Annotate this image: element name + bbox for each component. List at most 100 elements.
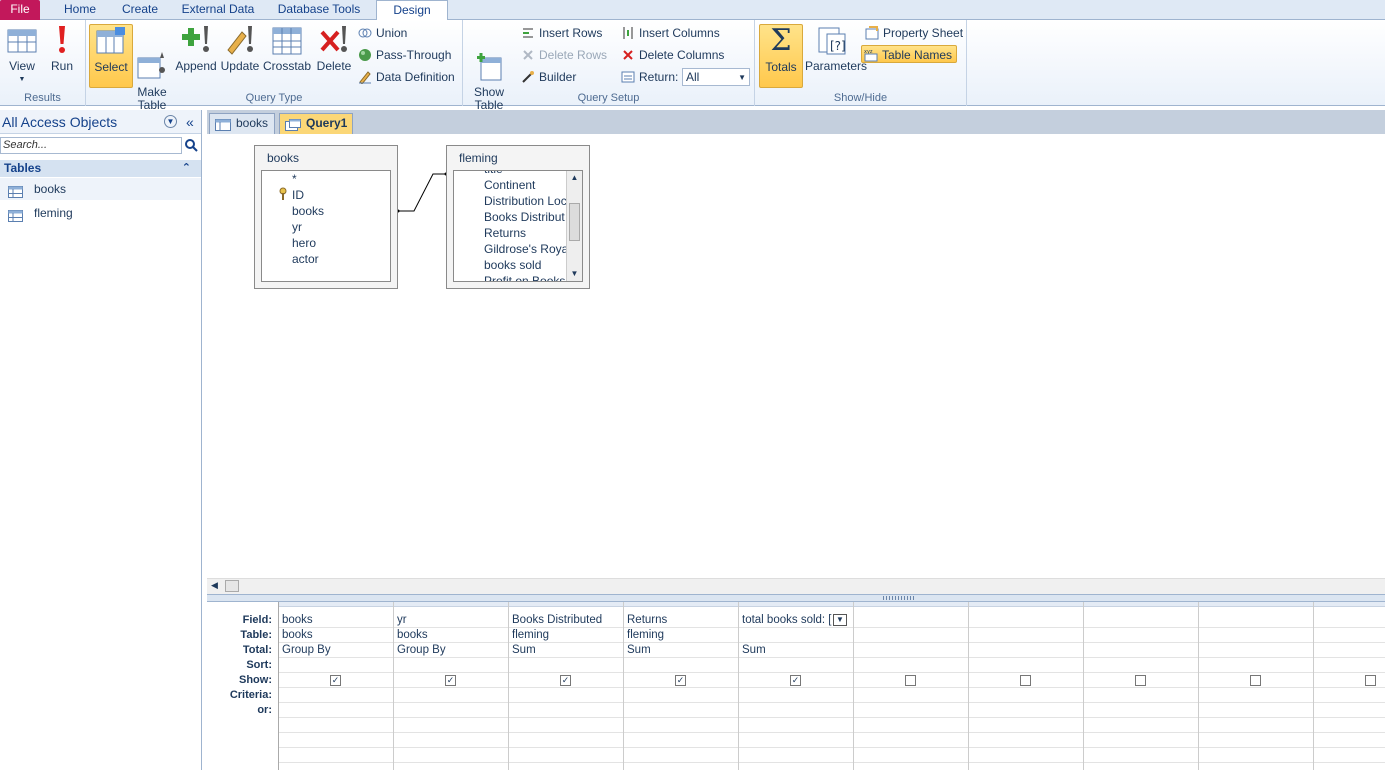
grid-or-cell[interactable] [969, 703, 1083, 718]
field-item[interactable]: books sold [484, 257, 568, 273]
grid-total-cell[interactable] [1084, 643, 1198, 658]
grid-field-cell[interactable]: Returns [624, 613, 738, 628]
grid-table-cell[interactable] [739, 628, 853, 643]
column-selector-bar[interactable] [279, 602, 393, 607]
crosstab-button[interactable]: Crosstab [263, 24, 311, 88]
view-button[interactable]: View ▼ [0, 24, 44, 88]
show-checkbox[interactable] [1365, 675, 1376, 686]
grid-or-cell[interactable] [624, 748, 738, 763]
grid-total-cell[interactable] [969, 643, 1083, 658]
grid-criteria-cell[interactable] [1199, 688, 1313, 703]
grid-show-cell[interactable]: ✓ [624, 673, 738, 688]
property-sheet-button[interactable]: Property Sheet [863, 24, 963, 42]
grid-or-cell[interactable] [624, 718, 738, 733]
grid-or-cell[interactable] [1314, 733, 1385, 748]
field-item[interactable]: Distribution Loc [484, 193, 568, 209]
table-names-button[interactable]: xyz Table Names [861, 45, 958, 63]
grid-or-cell[interactable] [739, 748, 853, 763]
column-selector-bar[interactable] [624, 602, 738, 607]
grid-total-cell[interactable] [1314, 643, 1385, 658]
grid-or-cell[interactable] [1084, 748, 1198, 763]
grid-field-cell[interactable] [1199, 613, 1313, 628]
grid-or-cell[interactable] [854, 718, 968, 733]
doc-tab-books[interactable]: books [209, 113, 275, 134]
grid-table-cell[interactable]: books [279, 628, 393, 643]
tab-create[interactable]: Create [116, 0, 164, 20]
field-item[interactable]: Continent [484, 177, 568, 193]
grid-or-cell[interactable] [279, 733, 393, 748]
grid-criteria-cell[interactable] [1084, 688, 1198, 703]
grid-total-cell[interactable]: Sum [509, 643, 623, 658]
grid-total-cell[interactable]: Sum [624, 643, 738, 658]
grid-or-cell[interactable] [394, 733, 508, 748]
grid-criteria-cell[interactable] [394, 688, 508, 703]
grid-table-cell[interactable] [1084, 628, 1198, 643]
grid-or-cell[interactable] [279, 718, 393, 733]
grid-table-cell[interactable] [1314, 628, 1385, 643]
column-selector-bar[interactable] [969, 602, 1083, 607]
grid-or-cell[interactable] [969, 718, 1083, 733]
grid-or-cell[interactable] [1314, 718, 1385, 733]
search-input[interactable]: Search... [0, 137, 182, 154]
show-checkbox[interactable] [905, 675, 916, 686]
show-table-button[interactable]: Show Table [467, 24, 511, 112]
update-button[interactable]: Update [218, 24, 262, 88]
grid-column[interactable] [1084, 602, 1199, 770]
search-icon[interactable] [184, 138, 198, 152]
grid-field-cell[interactable]: Books Distributed [509, 613, 623, 628]
grid-table-cell[interactable]: fleming [509, 628, 623, 643]
grid-or-cell[interactable] [739, 733, 853, 748]
grid-column[interactable]: total books sold: [▼ Sum ✓ [739, 602, 854, 770]
field-list-scrollbar[interactable]: ▲ ▼ [566, 171, 582, 281]
grid-criteria-cell[interactable] [854, 688, 968, 703]
tab-design[interactable]: Design [376, 0, 448, 21]
tab-external-data[interactable]: External Data [176, 0, 260, 20]
delete-query-button[interactable]: Delete [312, 24, 356, 88]
grid-criteria-cell[interactable] [969, 688, 1083, 703]
column-selector-bar[interactable] [509, 602, 623, 607]
grid-field-cell[interactable] [969, 613, 1083, 628]
parameters-button[interactable]: [?] Parameters [805, 24, 867, 88]
grid-field-cell[interactable] [1084, 613, 1198, 628]
tab-database-tools[interactable]: Database Tools [272, 0, 366, 20]
scroll-down-arrow-icon[interactable]: ▼ [567, 267, 582, 281]
field-item[interactable]: books [292, 203, 324, 219]
grid-or-cell[interactable] [1084, 733, 1198, 748]
field-item[interactable]: title [484, 171, 568, 177]
grid-sort-cell[interactable] [969, 658, 1083, 673]
scroll-thumb[interactable] [225, 580, 239, 592]
show-checkbox[interactable]: ✓ [445, 675, 456, 686]
totals-button[interactable]: Σ Totals [759, 24, 803, 88]
pass-through-button[interactable]: Pass-Through [356, 46, 451, 64]
grid-table-cell[interactable]: books [394, 628, 508, 643]
grid-or-cell[interactable] [624, 703, 738, 718]
grid-or-cell[interactable] [1199, 718, 1313, 733]
return-select[interactable]: All ▼ [682, 68, 750, 86]
grid-column[interactable] [1199, 602, 1314, 770]
grid-show-cell[interactable] [1199, 673, 1313, 688]
grid-or-cell[interactable] [854, 703, 968, 718]
grid-show-cell[interactable]: ✓ [394, 673, 508, 688]
grid-table-cell[interactable] [1199, 628, 1313, 643]
grid-show-cell[interactable] [1084, 673, 1198, 688]
grid-sort-cell[interactable] [1084, 658, 1198, 673]
column-selector-bar[interactable] [739, 602, 853, 607]
grid-sort-cell[interactable] [1314, 658, 1385, 673]
grid-or-cell[interactable] [1314, 703, 1385, 718]
grid-table-cell[interactable] [969, 628, 1083, 643]
tab-home[interactable]: Home [56, 0, 104, 20]
grid-sort-cell[interactable] [854, 658, 968, 673]
grid-or-cell[interactable] [969, 748, 1083, 763]
grid-or-cell[interactable] [1314, 748, 1385, 763]
grid-total-cell[interactable]: Sum [739, 643, 853, 658]
nav-item-fleming[interactable]: fleming [0, 202, 201, 224]
grid-show-cell[interactable] [854, 673, 968, 688]
grid-or-cell[interactable] [394, 718, 508, 733]
grid-show-cell[interactable]: ✓ [739, 673, 853, 688]
scroll-thumb[interactable] [569, 203, 580, 241]
grid-or-cell[interactable] [279, 748, 393, 763]
grid-or-cell[interactable] [854, 748, 968, 763]
grid-or-cell[interactable] [509, 718, 623, 733]
grid-criteria-cell[interactable] [279, 688, 393, 703]
builder-button[interactable]: Builder [519, 68, 576, 86]
